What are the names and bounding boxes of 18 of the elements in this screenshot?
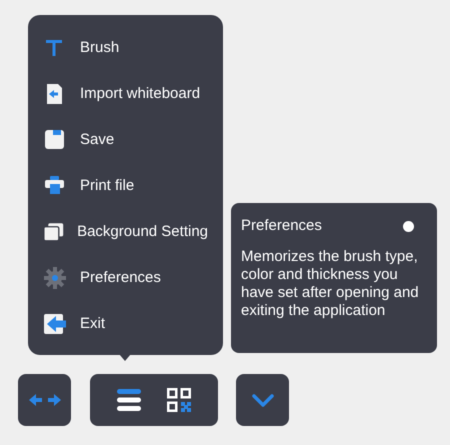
list-icon[interactable] bbox=[117, 389, 141, 411]
expand-button[interactable] bbox=[18, 374, 71, 426]
chevron-down-icon bbox=[252, 394, 274, 406]
tooltip-title: Preferences bbox=[241, 216, 322, 236]
collapse-button[interactable] bbox=[236, 374, 289, 426]
gear-icon bbox=[43, 266, 67, 290]
tooltip-description: Memorizes the brush type, color and thickness you have set after opening and exiting the application bbox=[241, 248, 420, 320]
menu-item[interactable]: Exit bbox=[28, 305, 223, 343]
menu-item[interactable]: Save bbox=[28, 121, 223, 159]
exit-arrow-icon bbox=[43, 312, 67, 336]
menu-item[interactable]: Import whiteboard bbox=[28, 75, 223, 113]
floppy-icon bbox=[43, 128, 67, 152]
grid-icon[interactable] bbox=[167, 388, 191, 412]
menu-item[interactable]: Background Setting bbox=[28, 213, 223, 251]
menu-item[interactable]: Preferences bbox=[28, 259, 223, 297]
menu-item[interactable]: Print file bbox=[28, 167, 223, 205]
menu-item[interactable]: Brush bbox=[28, 29, 223, 67]
double-arrow-icon bbox=[28, 394, 60, 406]
